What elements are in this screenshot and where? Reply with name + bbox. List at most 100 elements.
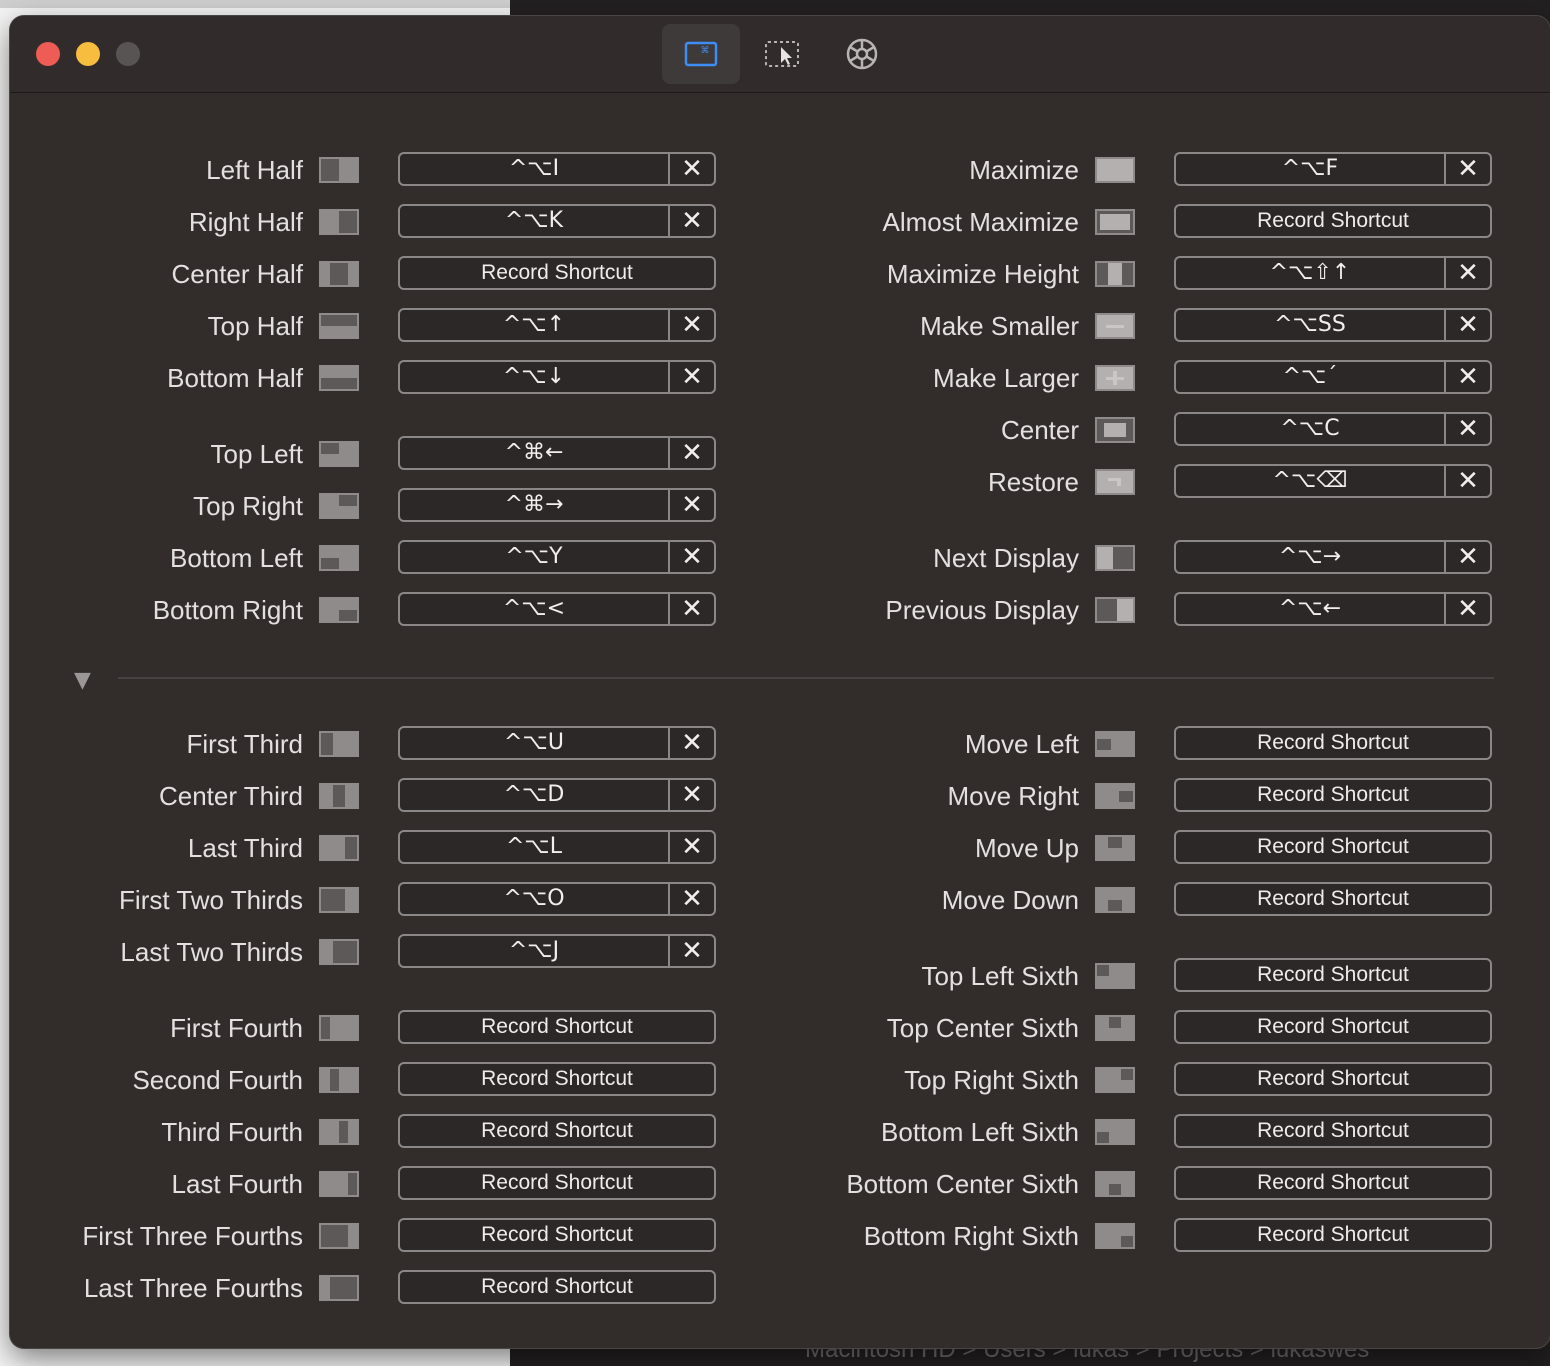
center-shortcut-field[interactable]: ^⌥C ✕ bbox=[1174, 412, 1492, 446]
bottom-center-sixth-shortcut-field[interactable]: Record Shortcut bbox=[1174, 1166, 1492, 1200]
bottom-right-sixth-shortcut-field[interactable]: Record Shortcut bbox=[1174, 1218, 1492, 1252]
shortcut-keys[interactable]: ^⌥I bbox=[400, 154, 670, 184]
record-shortcut-button[interactable]: Record Shortcut bbox=[1176, 1116, 1490, 1146]
clear-shortcut-icon[interactable]: ✕ bbox=[670, 310, 714, 340]
zoom-button[interactable] bbox=[116, 42, 140, 66]
first-fourth-shortcut-field[interactable]: Record Shortcut bbox=[398, 1010, 716, 1044]
disclosure-triangle-icon[interactable]: ▼ bbox=[74, 668, 91, 693]
top-center-sixth-shortcut-field[interactable]: Record Shortcut bbox=[1174, 1010, 1492, 1044]
last-fourth-shortcut-field[interactable]: Record Shortcut bbox=[398, 1166, 716, 1200]
shortcut-keys[interactable]: ^⌥O bbox=[400, 884, 670, 914]
shortcut-keys[interactable]: ^⌥Y bbox=[400, 542, 670, 572]
clear-shortcut-icon[interactable]: ✕ bbox=[670, 832, 714, 862]
record-shortcut-button[interactable]: Record Shortcut bbox=[1176, 206, 1490, 236]
clear-shortcut-icon[interactable]: ✕ bbox=[1446, 154, 1490, 184]
shortcut-keys[interactable]: ^⌥⌫ bbox=[1176, 466, 1446, 496]
record-shortcut-button[interactable]: Record Shortcut bbox=[1176, 780, 1490, 810]
bottom-left-sixth-shortcut-field[interactable]: Record Shortcut bbox=[1174, 1114, 1492, 1148]
shortcut-keys[interactable]: ^⌥D bbox=[400, 780, 670, 810]
second-fourth-shortcut-field[interactable]: Record Shortcut bbox=[398, 1062, 716, 1096]
shortcut-keys[interactable]: ^⌥C bbox=[1176, 414, 1446, 444]
restore-shortcut-field[interactable]: ^⌥⌫ ✕ bbox=[1174, 464, 1492, 498]
record-shortcut-button[interactable]: Record Shortcut bbox=[1176, 1012, 1490, 1042]
clear-shortcut-icon[interactable]: ✕ bbox=[1446, 258, 1490, 288]
clear-shortcut-icon[interactable]: ✕ bbox=[670, 884, 714, 914]
shortcut-keys[interactable]: ^⌥K bbox=[400, 206, 670, 236]
top-right-sixth-shortcut-field[interactable]: Record Shortcut bbox=[1174, 1062, 1492, 1096]
make-larger-shortcut-field[interactable]: ^⌥´ ✕ bbox=[1174, 360, 1492, 394]
top-left-sixth-shortcut-field[interactable]: Record Shortcut bbox=[1174, 958, 1492, 992]
clear-shortcut-icon[interactable]: ✕ bbox=[670, 594, 714, 624]
almost-maximize-shortcut-field[interactable]: Record Shortcut bbox=[1174, 204, 1492, 238]
last-third-shortcut-field[interactable]: ^⌥L ✕ bbox=[398, 830, 716, 864]
last-two-thirds-shortcut-field[interactable]: ^⌥J ✕ bbox=[398, 934, 716, 968]
clear-shortcut-icon[interactable]: ✕ bbox=[1446, 542, 1490, 572]
bottom-half-shortcut-field[interactable]: ^⌥↓ ✕ bbox=[398, 360, 716, 394]
last-three-fourths-shortcut-field[interactable]: Record Shortcut bbox=[398, 1270, 716, 1304]
tab-settings[interactable] bbox=[823, 24, 901, 84]
maximize-height-shortcut-field[interactable]: ^⌥⇧↑ ✕ bbox=[1174, 256, 1492, 290]
move-up-shortcut-field[interactable]: Record Shortcut bbox=[1174, 830, 1492, 864]
tab-snap-areas[interactable] bbox=[744, 24, 822, 84]
clear-shortcut-icon[interactable]: ✕ bbox=[670, 936, 714, 966]
move-right-shortcut-field[interactable]: Record Shortcut bbox=[1174, 778, 1492, 812]
record-shortcut-button[interactable]: Record Shortcut bbox=[400, 258, 714, 288]
clear-shortcut-icon[interactable]: ✕ bbox=[1446, 310, 1490, 340]
record-shortcut-button[interactable]: Record Shortcut bbox=[1176, 1220, 1490, 1250]
clear-shortcut-icon[interactable]: ✕ bbox=[1446, 362, 1490, 392]
shortcut-keys[interactable]: ^⌥↑ bbox=[400, 310, 670, 340]
shortcut-keys[interactable]: ^⌥J bbox=[400, 936, 670, 966]
clear-shortcut-icon[interactable]: ✕ bbox=[670, 780, 714, 810]
record-shortcut-button[interactable]: Record Shortcut bbox=[1176, 960, 1490, 990]
top-half-shortcut-field[interactable]: ^⌥↑ ✕ bbox=[398, 308, 716, 342]
first-three-fourths-shortcut-field[interactable]: Record Shortcut bbox=[398, 1218, 716, 1252]
shortcut-keys[interactable]: ^⌥← bbox=[1176, 594, 1446, 624]
bottom-left-shortcut-field[interactable]: ^⌥Y ✕ bbox=[398, 540, 716, 574]
previous-display-shortcut-field[interactable]: ^⌥← ✕ bbox=[1174, 592, 1492, 626]
move-left-shortcut-field[interactable]: Record Shortcut bbox=[1174, 726, 1492, 760]
minimize-button[interactable] bbox=[76, 42, 100, 66]
record-shortcut-button[interactable]: Record Shortcut bbox=[400, 1272, 714, 1302]
record-shortcut-button[interactable]: Record Shortcut bbox=[1176, 728, 1490, 758]
clear-shortcut-icon[interactable]: ✕ bbox=[670, 542, 714, 572]
maximize-shortcut-field[interactable]: ^⌥F ✕ bbox=[1174, 152, 1492, 186]
close-button[interactable] bbox=[36, 42, 60, 66]
shortcut-keys[interactable]: ^⌘→ bbox=[400, 490, 670, 520]
first-third-shortcut-field[interactable]: ^⌥U ✕ bbox=[398, 726, 716, 760]
shortcut-keys[interactable]: ^⌘← bbox=[400, 438, 670, 468]
record-shortcut-button[interactable]: Record Shortcut bbox=[400, 1168, 714, 1198]
third-fourth-shortcut-field[interactable]: Record Shortcut bbox=[398, 1114, 716, 1148]
tab-keyboard-shortcuts[interactable]: ⌘ bbox=[662, 24, 740, 84]
clear-shortcut-icon[interactable]: ✕ bbox=[670, 728, 714, 758]
next-display-shortcut-field[interactable]: ^⌥→ ✕ bbox=[1174, 540, 1492, 574]
center-third-shortcut-field[interactable]: ^⌥D ✕ bbox=[398, 778, 716, 812]
shortcut-keys[interactable]: ^⌥L bbox=[400, 832, 670, 862]
right-half-shortcut-field[interactable]: ^⌥K ✕ bbox=[398, 204, 716, 238]
move-down-shortcut-field[interactable]: Record Shortcut bbox=[1174, 882, 1492, 916]
center-half-shortcut-field[interactable]: Record Shortcut bbox=[398, 256, 716, 290]
top-right-shortcut-field[interactable]: ^⌘→ ✕ bbox=[398, 488, 716, 522]
record-shortcut-button[interactable]: Record Shortcut bbox=[1176, 1168, 1490, 1198]
bottom-right-shortcut-field[interactable]: ^⌥< ✕ bbox=[398, 592, 716, 626]
record-shortcut-button[interactable]: Record Shortcut bbox=[400, 1012, 714, 1042]
shortcut-keys[interactable]: ^⌥U bbox=[400, 728, 670, 758]
top-left-shortcut-field[interactable]: ^⌘← ✕ bbox=[398, 436, 716, 470]
record-shortcut-button[interactable]: Record Shortcut bbox=[1176, 832, 1490, 862]
record-shortcut-button[interactable]: Record Shortcut bbox=[400, 1116, 714, 1146]
clear-shortcut-icon[interactable]: ✕ bbox=[1446, 466, 1490, 496]
shortcut-keys[interactable]: ^⌥F bbox=[1176, 154, 1446, 184]
record-shortcut-button[interactable]: Record Shortcut bbox=[400, 1220, 714, 1250]
first-two-thirds-shortcut-field[interactable]: ^⌥O ✕ bbox=[398, 882, 716, 916]
shortcut-keys[interactable]: ^⌥⇧↑ bbox=[1176, 258, 1446, 288]
record-shortcut-button[interactable]: Record Shortcut bbox=[1176, 884, 1490, 914]
clear-shortcut-icon[interactable]: ✕ bbox=[670, 490, 714, 520]
clear-shortcut-icon[interactable]: ✕ bbox=[670, 206, 714, 236]
clear-shortcut-icon[interactable]: ✕ bbox=[670, 438, 714, 468]
shortcut-keys[interactable]: ^⌥↓ bbox=[400, 362, 670, 392]
clear-shortcut-icon[interactable]: ✕ bbox=[670, 362, 714, 392]
shortcut-keys[interactable]: ^⌥→ bbox=[1176, 542, 1446, 572]
shortcut-keys[interactable]: ^⌥´ bbox=[1176, 362, 1446, 392]
clear-shortcut-icon[interactable]: ✕ bbox=[670, 154, 714, 184]
make-smaller-shortcut-field[interactable]: ^⌥SS ✕ bbox=[1174, 308, 1492, 342]
shortcut-keys[interactable]: ^⌥< bbox=[400, 594, 670, 624]
